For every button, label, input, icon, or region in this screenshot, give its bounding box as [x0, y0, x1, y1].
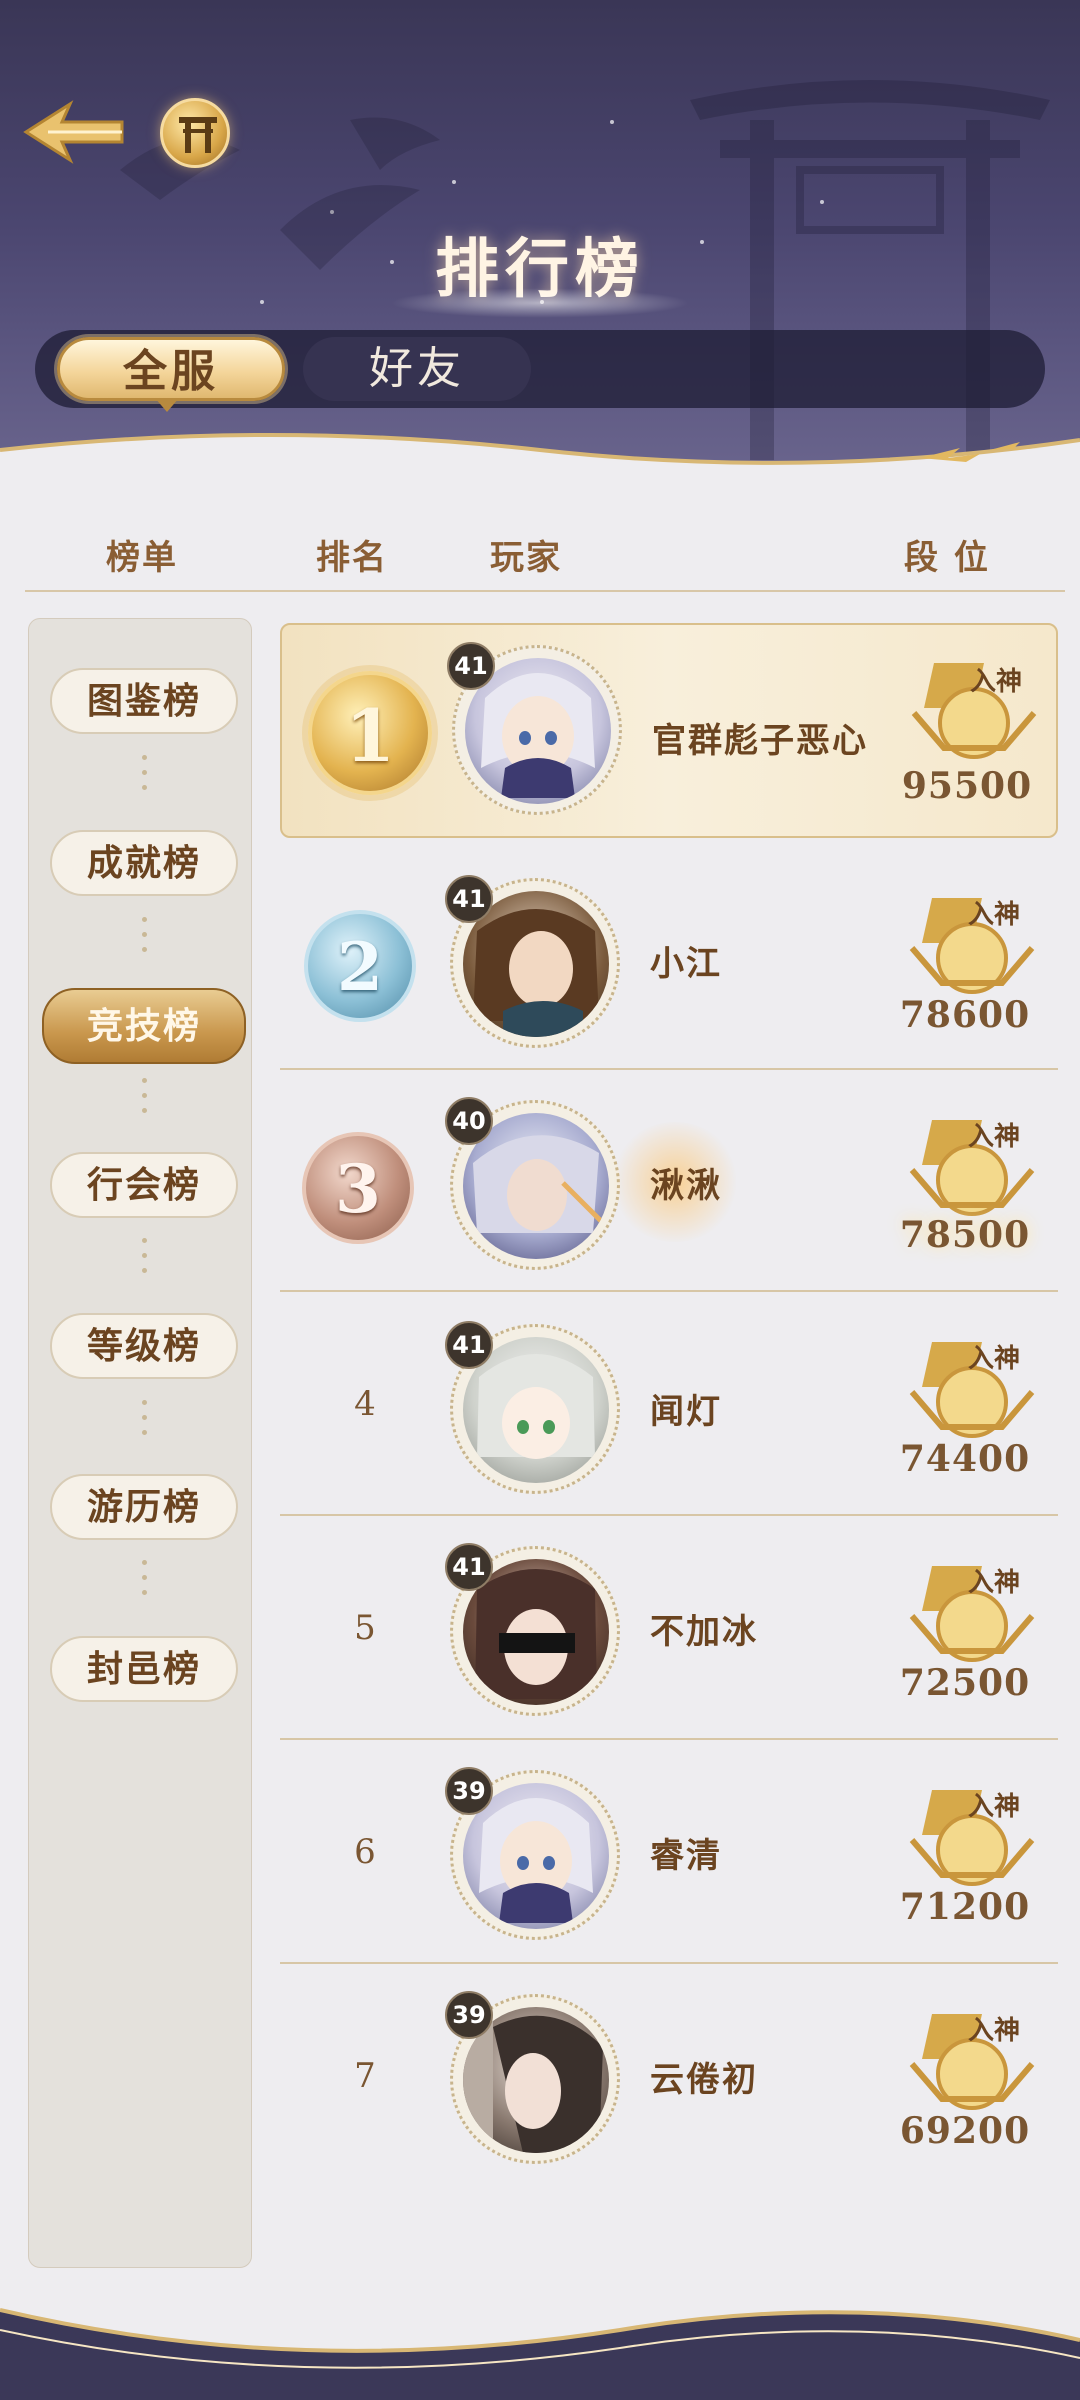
ranking-row[interactable]: 3 40 湫湫 入神 78500 [280, 1072, 1058, 1294]
header-divider [25, 590, 1065, 592]
ranking-row[interactable]: 7 39 云倦初 入神 69200 [280, 1966, 1058, 2188]
player-name: 闻灯 [650, 1392, 722, 1432]
avatar-frame[interactable]: 39 [445, 1991, 620, 2164]
category-arena[interactable]: 竞技榜 [42, 988, 246, 1064]
rank-number: 6 [354, 1832, 376, 1872]
ranking-row[interactable]: 1 41 官群彪子恶心 入神 95500 [280, 623, 1058, 838]
back-arrow-icon[interactable] [18, 92, 128, 172]
player-name: 湫湫 [650, 1166, 722, 1206]
rank-number: 2 [337, 928, 383, 1006]
level-badge: 41 [445, 875, 493, 923]
divider-dots [141, 1078, 147, 1123]
column-header-board: 榜单 [106, 538, 178, 578]
score: 78500 [899, 1214, 1031, 1256]
gate-shortcut-button[interactable] [160, 98, 230, 168]
divider-dots [141, 755, 147, 800]
rank-number: 7 [354, 2056, 376, 2096]
divider-dots [141, 1238, 147, 1283]
gate-icon [179, 117, 217, 153]
silver-medal-icon: 2 [304, 910, 416, 1022]
divider-dots [141, 1400, 147, 1445]
ranking-row[interactable]: 5 41 不加冰 入神 72500 [280, 1518, 1058, 1740]
level-badge: 40 [445, 1097, 493, 1145]
tier-label: 入神 [970, 667, 1023, 697]
divider-dots [141, 917, 147, 962]
ranking-row[interactable]: 6 39 睿清 入神 71200 [280, 1742, 1058, 1964]
rank-number: 1 [344, 693, 396, 778]
rank-number: 4 [354, 1384, 376, 1424]
category-travel[interactable]: 游历榜 [50, 1474, 238, 1540]
row-divider [280, 1290, 1058, 1292]
score: 69200 [899, 2110, 1031, 2152]
row-divider [280, 1068, 1058, 1070]
score: 78600 [899, 994, 1031, 1036]
tab-bar: 全服 好友 [35, 330, 1045, 408]
score: 71200 [899, 1886, 1031, 1928]
player-name: 小江 [650, 944, 722, 984]
level-badge: 41 [447, 642, 495, 690]
category-fief[interactable]: 封邑榜 [50, 1636, 238, 1702]
avatar-frame[interactable]: 41 [447, 642, 622, 815]
bronze-medal-icon: 3 [302, 1132, 414, 1244]
tier-label: 入神 [968, 2016, 1021, 2046]
header-wave-divider [0, 433, 1080, 500]
player-name: 云倦初 [650, 2060, 758, 2100]
avatar-frame[interactable]: 41 [445, 1321, 620, 1494]
level-badge: 41 [445, 1321, 493, 1369]
category-level[interactable]: 等级榜 [50, 1313, 238, 1379]
ranking-row[interactable]: 4 41 闻灯 入神 74400 [280, 1294, 1058, 1516]
category-achievement[interactable]: 成就榜 [50, 830, 238, 896]
score: 95500 [901, 765, 1033, 807]
tier-label: 入神 [968, 1344, 1021, 1374]
column-header-rank: 排名 [316, 538, 388, 578]
score: 72500 [899, 1662, 1031, 1704]
level-badge: 39 [445, 1767, 493, 1815]
gold-medal-icon: 1 [308, 671, 432, 795]
score: 74400 [899, 1438, 1031, 1480]
level-badge: 41 [445, 1543, 493, 1591]
tab-friends[interactable]: 好友 [303, 337, 531, 401]
title-glow [390, 288, 690, 318]
row-divider [280, 1514, 1058, 1516]
column-header-player: 玩家 [490, 538, 562, 578]
avatar-frame[interactable]: 39 [445, 1767, 620, 1940]
avatar-frame[interactable]: 41 [445, 1543, 620, 1716]
player-name: 睿清 [650, 1836, 722, 1876]
avatar-frame[interactable]: 40 [445, 1097, 620, 1270]
avatar-frame[interactable]: 41 [445, 875, 620, 1048]
header-banner: 排行榜 全服 好友 [0, 0, 1080, 500]
divider-dots [141, 1560, 147, 1605]
tier-label: 入神 [968, 1568, 1021, 1598]
player-name: 官群彪子恶心 [652, 721, 868, 761]
footer-wave-decoration [0, 2308, 1080, 2400]
player-name: 不加冰 [650, 1612, 758, 1652]
tier-label: 入神 [968, 900, 1021, 930]
level-badge: 39 [445, 1991, 493, 2039]
row-divider [280, 1738, 1058, 1740]
active-tab-pointer [155, 398, 179, 412]
tier-label: 入神 [968, 1792, 1021, 1822]
tab-all-servers[interactable]: 全服 [57, 337, 285, 401]
ranking-row[interactable]: 2 41 小江 入神 78600 [280, 848, 1058, 1070]
row-divider [280, 1962, 1058, 1964]
rank-number: 5 [354, 1608, 376, 1648]
category-codex[interactable]: 图鉴榜 [50, 668, 238, 734]
column-header-tier: 段 位 [904, 538, 990, 578]
category-guild[interactable]: 行会榜 [50, 1152, 238, 1218]
rank-number: 3 [335, 1150, 381, 1228]
tier-label: 入神 [968, 1122, 1021, 1152]
